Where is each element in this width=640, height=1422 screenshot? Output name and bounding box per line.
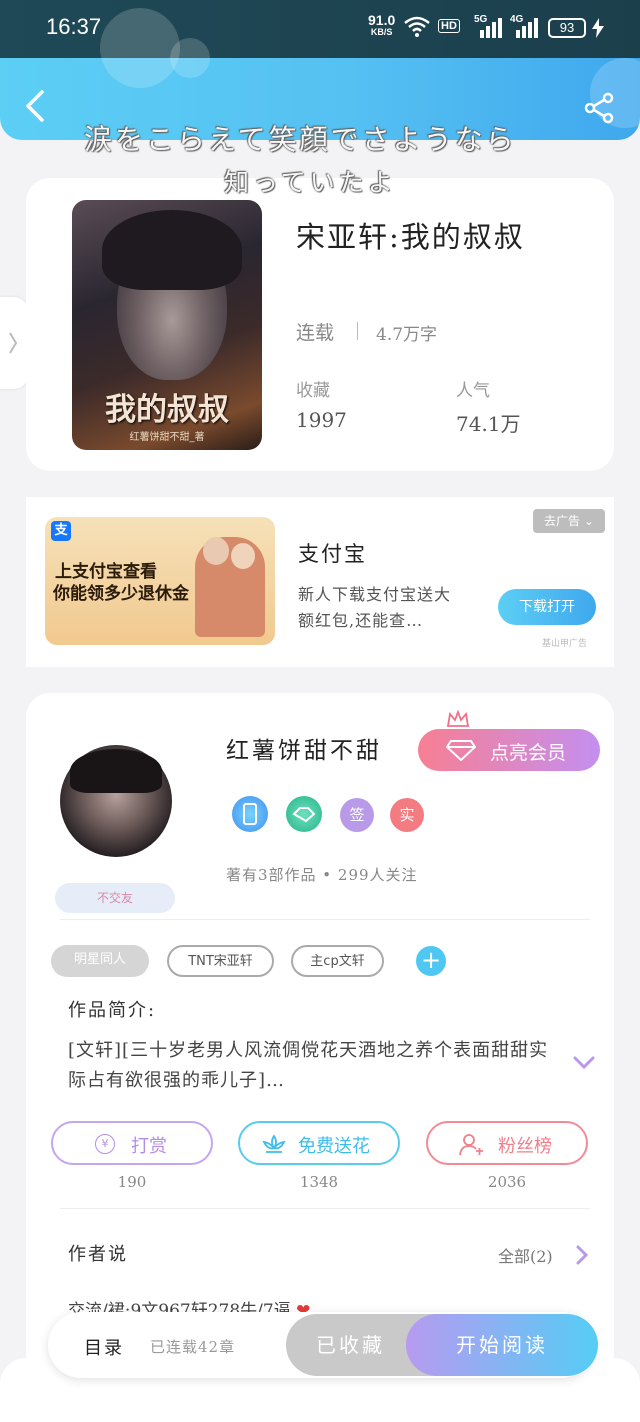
author-stats: 著有3部作品 • 299人关注 (226, 866, 418, 884)
charging-icon (592, 18, 604, 38)
wifi-icon (404, 16, 430, 37)
ad-image[interactable]: 支 上支付宝查看 你能领多少退休金 (45, 517, 275, 645)
alipay-logo: 支 (51, 521, 71, 541)
speed-value: 91.0 (368, 12, 396, 28)
reward-count: 190 (117, 1173, 147, 1191)
avatar[interactable] (60, 745, 172, 857)
add-tag-icon[interactable]: + (416, 946, 446, 976)
ad-image-figure-head (231, 543, 255, 569)
book-title: 宋亚轩:我的叔叔 (296, 220, 525, 254)
book-word-count: 4.7万字 (376, 325, 438, 345)
ad-download-button[interactable]: 下载打开 (498, 589, 596, 625)
handshake-badge-icon[interactable] (286, 796, 322, 832)
yen-icon: ¥ (95, 1134, 115, 1154)
divider (60, 919, 590, 920)
vip-button-label: 点亮会员 (490, 742, 567, 764)
network-speed: 91.0 KB/S (368, 12, 396, 38)
author-say-all-link[interactable]: 全部(2) (498, 1243, 553, 1267)
book-status: 连载 (296, 322, 335, 344)
diamond-icon (446, 740, 476, 761)
cover-art-hair (102, 210, 242, 290)
crown-icon (446, 710, 470, 727)
chevron-right-icon[interactable] (574, 1244, 590, 1266)
verified-badge[interactable]: 实 (390, 798, 424, 832)
cover-title: 我的叔叔 (105, 392, 229, 428)
flower-icon (262, 1134, 286, 1153)
book-cover[interactable]: 我的叔叔 红薯饼甜不甜_著 (72, 200, 262, 450)
ad-image-line2: 你能领多少退休金 (53, 584, 189, 603)
ad-description: 新人下载支付宝送大额红包,还能查… (298, 585, 452, 630)
start-reading-button[interactable]: 开始阅读 (406, 1314, 598, 1376)
ad-image-figure-head (203, 537, 229, 565)
author-say-label: 作者说 (68, 1244, 128, 1265)
signed-badge[interactable]: 签 (340, 798, 374, 832)
battery-icon: 93 (548, 18, 586, 38)
free-flower-button[interactable]: 免费送花 (238, 1121, 400, 1165)
free-flower-label: 免费送花 (298, 1136, 370, 1157)
toc-button[interactable]: 目录 (84, 1334, 124, 1360)
chevron-right-icon (9, 332, 18, 354)
popularity-value: 74.1万 (456, 412, 521, 436)
speed-unit: KB/S (370, 27, 393, 37)
favorites-value: 1997 (296, 408, 347, 432)
status-bar: 16:37 91.0 KB/S HD 5G 4G 93 (0, 0, 640, 58)
tag-chip-3[interactable]: 主cp文轩 (291, 945, 384, 977)
reward-button[interactable]: ¥ 打赏 (51, 1121, 213, 1165)
tag-chip-1[interactable]: 明星同人 (51, 945, 149, 977)
author-social-tag: 不交友 (55, 883, 175, 913)
back-arrow-icon[interactable] (22, 88, 48, 124)
intro-text: [文轩][三十岁老男人风流倜傥花天酒地之养个表面甜甜实际占有欲很强的乖儿子]… (68, 1040, 549, 1091)
ad-app-name: 支付宝 (298, 542, 367, 566)
share-icon[interactable] (584, 92, 616, 124)
user-rank-icon (459, 1134, 483, 1156)
cover-author: 红薯饼甜不甜_著 (129, 432, 205, 443)
vip-button[interactable]: 点亮会员 (418, 729, 600, 771)
fan-rank-label: 粉丝榜 (498, 1136, 552, 1157)
avatar-hair (70, 749, 162, 793)
phone-badge-icon[interactable] (232, 796, 268, 832)
fan-rank-button[interactable]: 粉丝榜 (426, 1121, 588, 1165)
remove-ad-button[interactable]: 去广告 ⌄ (533, 509, 605, 533)
chapter-count: 已连载42章 (150, 1338, 236, 1356)
ad-source: 基山甲广告 (542, 639, 588, 649)
lyrics-line-2: 知っていたよ (224, 168, 397, 197)
expand-chevron-icon[interactable] (572, 1052, 596, 1072)
status-time: 16:37 (46, 14, 102, 39)
fan-count: 2036 (487, 1173, 527, 1191)
side-drawer-handle[interactable] (0, 297, 28, 389)
remove-ad-label: 去广告 (544, 514, 581, 528)
hd-icon: HD (438, 19, 460, 33)
author-name: 红薯饼甜不甜 (226, 738, 382, 764)
flower-count: 1348 (299, 1173, 339, 1191)
decor-bubble (170, 38, 210, 78)
bottom-action-bar: 目录 已连载42章 已收藏 开始阅读 (0, 1312, 640, 1422)
tag-chip-2[interactable]: TNT宋亚轩 (167, 945, 274, 977)
favorites-label: 收藏 (296, 381, 330, 401)
chevron-down-icon: ⌄ (583, 514, 594, 528)
decor-bubble (100, 8, 180, 88)
popularity-label: 人气 (456, 381, 490, 401)
divider (60, 1208, 590, 1209)
reward-label: 打赏 (131, 1136, 167, 1157)
lyrics-line-1: 涙をこらえて笑顔でさようなら (84, 123, 517, 156)
intro-label: 作品简介: (68, 1000, 157, 1021)
divider (357, 322, 358, 340)
